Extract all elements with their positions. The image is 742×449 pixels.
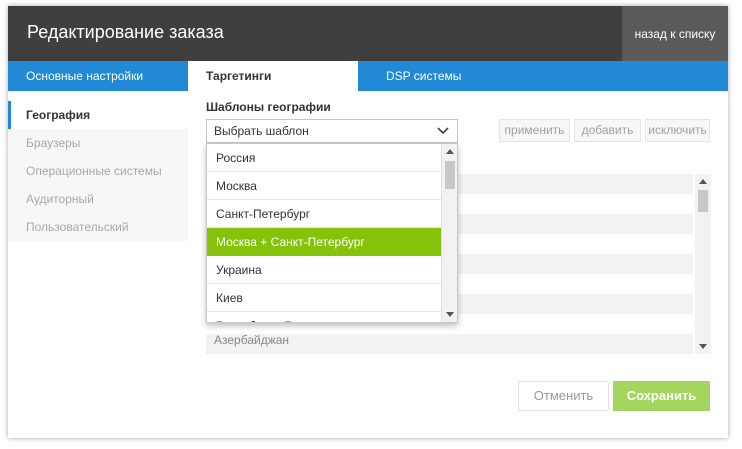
save-button[interactable]: Сохранить [613,381,710,411]
tab-dsp-systems[interactable]: DSP системы [386,61,461,91]
dropdown-option-belarus[interactable]: Республика Беларусь [207,312,441,322]
scroll-thumb[interactable] [698,190,708,212]
dropdown-scrollbar[interactable] [441,144,457,322]
chevron-down-icon [437,127,449,135]
dropdown-option-spb[interactable]: Санкт-Петербург [207,200,441,228]
dropdown-option-russia[interactable]: Россия [207,144,441,172]
scroll-down-icon[interactable] [446,312,454,317]
sidebar-item-geography[interactable]: География [8,101,188,129]
geo-template-select[interactable]: Выбрать шаблон [206,119,458,143]
dropdown-option-moscow-spb[interactable]: Москва + Санкт-Петербург [207,228,441,256]
template-dropdown: Россия Москва Санкт-Петербург Москва + С… [206,143,458,323]
sidebar-item-browsers[interactable]: Браузеры [8,129,188,157]
scroll-up-icon[interactable] [699,179,707,184]
back-to-list-button[interactable]: назад к списку [622,6,728,61]
edit-order-dialog: Редактирование заказа назад к списку Осн… [8,6,728,438]
dropdown-option-moscow[interactable]: Москва [207,172,441,200]
sidebar-item-custom[interactable]: Пользовательский [8,213,188,241]
apply-button[interactable]: применить [499,119,570,142]
sidebar: География Браузеры Операционные системы … [8,101,188,241]
add-button[interactable]: добавить [574,119,641,142]
sidebar-item-os[interactable]: Операционные системы [8,157,188,185]
sidebar-item-audience[interactable]: Аудиторный [8,185,188,213]
dropdown-option-kiev[interactable]: Киев [207,284,441,312]
list-item-azerbaijan[interactable]: Азербайджан [214,333,289,347]
page-title: Редактирование заказа [27,22,224,42]
select-value: Выбрать шаблон [214,124,309,138]
dialog-header: Редактирование заказа назад к списку [8,6,728,61]
geo-templates-label: Шаблоны географии [206,100,331,114]
cancel-button[interactable]: Отменить [518,381,609,411]
tab-bar: Основные настройки Таргетинги DSP систем… [8,61,728,91]
exclude-button[interactable]: исключить [645,119,710,142]
tab-targeting[interactable]: Таргетинги [188,61,358,91]
dropdown-option-ukraine[interactable]: Украина [207,256,441,284]
scroll-thumb[interactable] [445,161,455,189]
scroll-down-icon[interactable] [699,344,707,349]
scroll-up-icon[interactable] [446,149,454,154]
tab-main-settings[interactable]: Основные настройки [26,61,143,91]
list-scrollbar[interactable] [695,174,711,354]
